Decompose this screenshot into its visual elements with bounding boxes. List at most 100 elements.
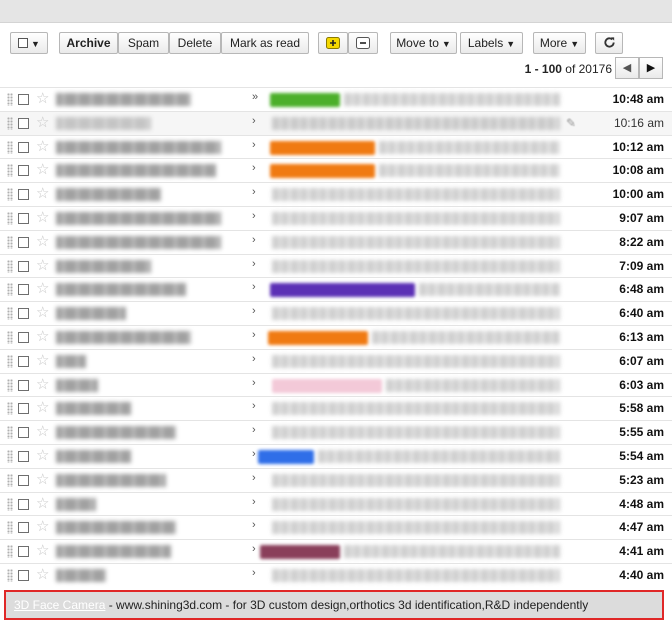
row-checkbox[interactable] — [18, 260, 29, 272]
table-row[interactable]: ☆ › 10:12 am — [0, 134, 672, 159]
drag-handle-icon[interactable] — [7, 116, 13, 130]
importance-marker-icon[interactable]: › — [252, 162, 256, 174]
drag-handle-icon[interactable] — [7, 354, 13, 368]
label-chip[interactable] — [270, 164, 375, 179]
drag-handle-icon[interactable] — [7, 307, 13, 321]
table-row[interactable]: ☆ › 5:58 am — [0, 396, 672, 421]
star-icon[interactable]: ☆ — [36, 376, 49, 394]
star-icon[interactable]: ☆ — [36, 114, 49, 132]
row-checkbox[interactable] — [18, 427, 29, 439]
more-button[interactable]: More ▼ — [533, 32, 586, 54]
labels-button[interactable]: Labels ▼ — [460, 32, 523, 54]
importance-marker-icon[interactable]: › — [252, 377, 256, 389]
star-icon[interactable]: ☆ — [36, 209, 49, 227]
row-checkbox[interactable] — [18, 522, 29, 534]
table-row[interactable]: ☆ › 4:41 am — [0, 539, 672, 563]
table-row[interactable]: ☆ › 5:55 am — [0, 420, 672, 444]
importance-marker-icon[interactable]: » — [252, 91, 258, 103]
row-checkbox[interactable] — [18, 284, 29, 296]
row-checkbox[interactable] — [18, 331, 29, 343]
drag-handle-icon[interactable] — [7, 426, 13, 440]
row-checkbox[interactable] — [18, 379, 29, 391]
star-icon[interactable]: ☆ — [36, 304, 49, 322]
importance-marker-icon[interactable]: › — [252, 139, 256, 151]
table-row[interactable]: ☆ › 7:09 am — [0, 253, 672, 278]
importance-marker-icon[interactable]: › — [252, 210, 256, 222]
importance-marker-icon[interactable]: › — [252, 519, 256, 531]
table-row[interactable]: ☆ » 10:48 am — [0, 87, 672, 111]
drag-handle-icon[interactable] — [7, 568, 13, 582]
label-chip[interactable] — [272, 378, 382, 393]
star-icon[interactable]: ☆ — [36, 352, 49, 370]
older-page-button[interactable]: ◀ — [615, 57, 639, 79]
star-icon[interactable]: ☆ — [36, 90, 49, 108]
importance-marker-icon[interactable]: › — [252, 353, 256, 365]
star-icon[interactable]: ☆ — [36, 542, 49, 560]
row-checkbox[interactable] — [18, 498, 29, 510]
drag-handle-icon[interactable] — [7, 378, 13, 392]
row-checkbox[interactable] — [18, 355, 29, 367]
drag-handle-icon[interactable] — [7, 521, 13, 535]
row-checkbox[interactable] — [18, 546, 29, 558]
star-icon[interactable]: ☆ — [36, 399, 49, 417]
label-chip[interactable] — [270, 140, 375, 155]
importance-marker-icon[interactable]: › — [252, 472, 256, 484]
importance-marker-icon[interactable]: › — [252, 234, 256, 246]
drag-handle-icon[interactable] — [7, 449, 13, 463]
importance-marker-icon[interactable]: › — [252, 305, 256, 317]
archive-button[interactable]: Archive — [59, 32, 118, 54]
star-icon[interactable]: ☆ — [36, 566, 49, 584]
row-checkbox[interactable] — [18, 94, 29, 105]
table-row[interactable]: ☆ › 6:03 am — [0, 372, 672, 397]
row-checkbox[interactable] — [18, 189, 29, 201]
star-icon[interactable]: ☆ — [36, 257, 49, 275]
row-checkbox[interactable] — [18, 403, 29, 415]
importance-marker-icon[interactable]: › — [252, 496, 256, 508]
label-chip[interactable] — [270, 93, 340, 107]
label-chip[interactable] — [270, 283, 415, 298]
importance-marker-icon[interactable]: › — [252, 424, 256, 436]
drag-handle-icon[interactable] — [7, 497, 13, 511]
importance-marker-icon[interactable]: › — [252, 281, 256, 293]
drag-handle-icon[interactable] — [7, 330, 13, 344]
add-label-button[interactable] — [318, 32, 348, 54]
importance-marker-icon[interactable]: › — [252, 567, 256, 579]
star-icon[interactable]: ☆ — [36, 495, 49, 513]
spam-button[interactable]: Spam — [118, 32, 169, 54]
table-row[interactable]: ☆ › 10:08 am — [0, 158, 672, 183]
table-row[interactable]: ☆ › 6:40 am — [0, 301, 672, 325]
label-chip[interactable] — [260, 545, 340, 560]
drag-handle-icon[interactable] — [7, 283, 13, 297]
drag-handle-icon[interactable] — [7, 140, 13, 154]
drag-handle-icon[interactable] — [7, 164, 13, 178]
row-checkbox[interactable] — [18, 474, 29, 486]
importance-marker-icon[interactable]: › — [252, 543, 256, 555]
star-icon[interactable]: ☆ — [36, 518, 49, 536]
drag-handle-icon[interactable] — [7, 93, 13, 106]
label-chip[interactable] — [268, 330, 368, 345]
row-checkbox[interactable] — [18, 236, 29, 248]
row-checkbox[interactable] — [18, 569, 29, 581]
star-icon[interactable]: ☆ — [36, 233, 49, 251]
table-row[interactable]: ☆ › 6:13 am — [0, 324, 672, 349]
table-row[interactable]: ☆ › 5:23 am — [0, 467, 672, 492]
star-icon[interactable]: ☆ — [36, 138, 49, 156]
drag-handle-icon[interactable] — [7, 473, 13, 487]
drag-handle-icon[interactable] — [7, 211, 13, 225]
importance-marker-icon[interactable]: › — [252, 186, 256, 198]
importance-marker-icon[interactable]: › — [252, 115, 256, 127]
importance-marker-icon[interactable]: › — [252, 400, 256, 412]
row-checkbox[interactable] — [18, 212, 29, 224]
importance-marker-icon[interactable]: › — [252, 448, 256, 460]
table-row[interactable]: ☆ › 10:00 am — [0, 182, 672, 206]
drag-handle-icon[interactable] — [7, 402, 13, 416]
table-row[interactable]: ☆ › 6:48 am — [0, 277, 672, 302]
table-row[interactable]: ☆ › 5:54 am — [0, 443, 672, 468]
importance-marker-icon[interactable]: › — [252, 258, 256, 270]
star-icon[interactable]: ☆ — [36, 185, 49, 203]
remove-label-button[interactable] — [348, 32, 378, 54]
refresh-button[interactable] — [595, 32, 623, 54]
delete-button[interactable]: Delete — [169, 32, 221, 54]
star-icon[interactable]: ☆ — [36, 161, 49, 179]
star-icon[interactable]: ☆ — [36, 328, 49, 346]
